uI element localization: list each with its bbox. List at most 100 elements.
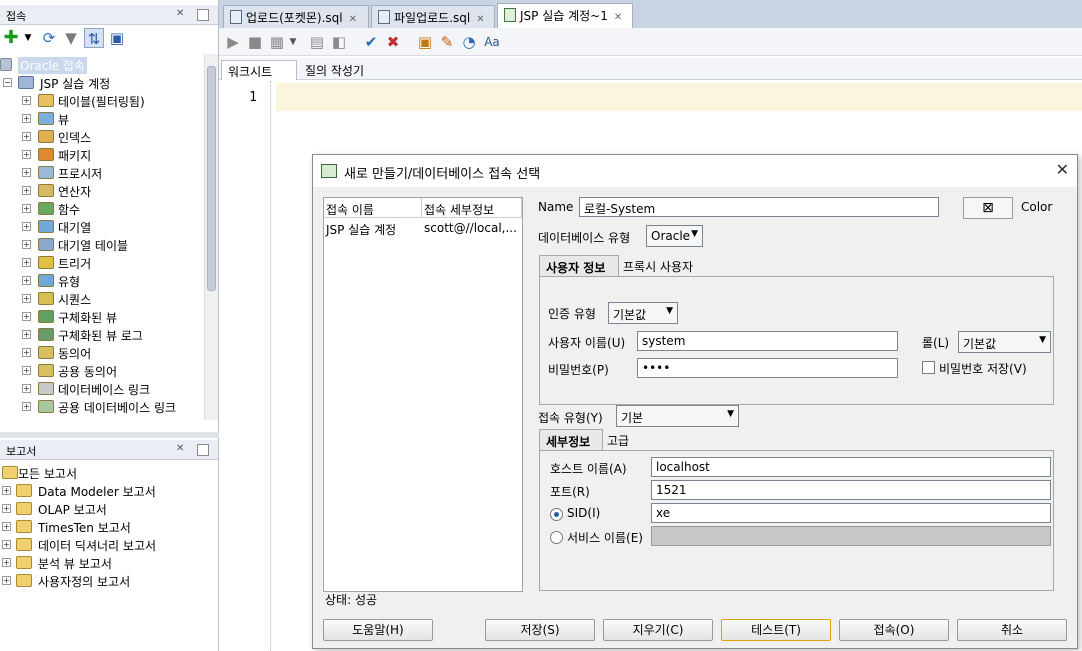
expand-icon[interactable]: + xyxy=(22,366,31,375)
close-icon[interactable]: ✕ xyxy=(476,14,484,25)
expand-icon[interactable]: + xyxy=(22,150,31,159)
tree-node[interactable]: + 동의어 xyxy=(0,344,205,362)
tree-node[interactable]: + 패키지 xyxy=(0,146,205,164)
tree-node[interactable]: + 테이블(필터링됨) xyxy=(0,92,205,110)
explain-plan-icon[interactable]: ▦ xyxy=(269,32,285,52)
report-node[interactable]: + OLAP 보고서 xyxy=(0,500,205,518)
tab-details[interactable]: 세부정보 xyxy=(539,429,603,451)
report-node[interactable]: + 사용자정의 보고서 xyxy=(0,572,205,590)
history-icon[interactable]: ◔ xyxy=(461,32,477,52)
expand-icon[interactable]: + xyxy=(22,276,31,285)
unshared-sql-icon[interactable]: ▣ xyxy=(417,32,433,52)
service-name-input[interactable] xyxy=(651,526,1051,546)
expand-icon[interactable]: + xyxy=(22,132,31,141)
expand-icon[interactable]: + xyxy=(22,204,31,213)
expand-icon[interactable]: + xyxy=(22,294,31,303)
expand-icon[interactable]: + xyxy=(22,114,31,123)
db-type-select[interactable]: Oracle ▼ xyxy=(646,225,703,247)
save-button[interactable]: 저장(S) xyxy=(485,619,595,641)
name-input[interactable]: 로컬-System xyxy=(579,197,939,217)
table-row-details[interactable]: scott@//local,... xyxy=(422,219,522,237)
expand-icon[interactable]: + xyxy=(22,348,31,357)
column-header-name[interactable]: 접속 이름 xyxy=(324,198,422,218)
tab-worksheet[interactable]: 워크시트 xyxy=(221,60,297,80)
auth-type-select[interactable]: 기본값 ▼ xyxy=(608,302,678,324)
expand-icon[interactable]: + xyxy=(22,240,31,249)
sql-tuning-icon[interactable]: ◧ xyxy=(331,32,347,52)
chevron-down-icon[interactable]: ▼ xyxy=(22,28,34,48)
role-select[interactable]: 기본값 ▼ xyxy=(958,331,1051,353)
refresh-icon[interactable]: ⟳ xyxy=(40,28,58,48)
connect-button[interactable]: 접속(O) xyxy=(839,619,949,641)
tab-advanced[interactable]: 고급 xyxy=(601,429,641,451)
tree-node[interactable]: + 인덱스 xyxy=(0,128,205,146)
tab-jsp-account[interactable]: JSP 실습 계정~1 ✕ xyxy=(497,3,633,28)
expand-icon[interactable]: + xyxy=(22,258,31,267)
commit-icon[interactable]: ✔ xyxy=(363,32,379,52)
minimize-icon[interactable] xyxy=(197,9,209,21)
run-icon[interactable]: ▶ xyxy=(225,32,241,52)
tree-node[interactable]: + 프로시저 xyxy=(0,164,205,182)
collapse-icon[interactable]: − xyxy=(3,78,12,87)
sql-editor-current-line[interactable] xyxy=(276,83,1082,111)
service-name-radio[interactable] xyxy=(550,531,563,544)
close-icon[interactable]: ✕ xyxy=(614,12,622,23)
tree-connection[interactable]: − JSP 실습 계정 xyxy=(0,74,205,92)
column-header-details[interactable]: 접속 세부정보 xyxy=(422,198,522,218)
close-icon[interactable]: ✕ xyxy=(176,443,184,454)
tree-node[interactable]: + 연산자 xyxy=(0,182,205,200)
tree-node[interactable]: + 유형 xyxy=(0,272,205,290)
tree-node[interactable]: + 대기열 테이블 xyxy=(0,236,205,254)
color-picker-button[interactable]: ⊠ xyxy=(963,197,1013,219)
report-node[interactable]: + Data Modeler 보고서 xyxy=(0,482,205,500)
run-script-icon[interactable]: ■ xyxy=(247,32,263,52)
expand-icon[interactable]: + xyxy=(2,558,11,567)
tree-node[interactable]: + 구체화된 뷰 로그 xyxy=(0,326,205,344)
host-input[interactable]: localhost xyxy=(651,457,1051,477)
password-input[interactable]: •••• xyxy=(637,358,898,378)
tree-node[interactable]: + 함수 xyxy=(0,200,205,218)
tree-node[interactable]: + 데이터베이스 링크 xyxy=(0,380,205,398)
username-input[interactable]: system xyxy=(637,331,898,351)
expand-icon[interactable]: + xyxy=(2,576,11,585)
table-row-name[interactable]: JSP 실습 계정 xyxy=(324,219,422,237)
filter-icon[interactable]: ▼ xyxy=(62,28,80,48)
tree-scrollbar[interactable] xyxy=(204,54,218,420)
close-icon[interactable]: ✕ xyxy=(1056,160,1069,179)
expand-icon[interactable]: + xyxy=(22,96,31,105)
tab-user-info[interactable]: 사용자 정보 xyxy=(539,255,619,277)
expand-icon[interactable]: + xyxy=(2,522,11,531)
expand-icon[interactable]: + xyxy=(22,186,31,195)
expand-icon[interactable]: + xyxy=(2,540,11,549)
tree-node[interactable]: + 트리거 xyxy=(0,254,205,272)
autotrace-icon[interactable]: ▤ xyxy=(309,32,325,52)
minimize-icon[interactable] xyxy=(197,444,209,456)
expand-icon[interactable]: + xyxy=(22,312,31,321)
port-input[interactable]: 1521 xyxy=(651,480,1051,500)
tree-node[interactable]: + 구체화된 뷰 xyxy=(0,308,205,326)
tab-query-builder[interactable]: 질의 작성기 xyxy=(299,60,389,80)
expand-icon[interactable]: + xyxy=(22,168,31,177)
help-button[interactable]: 도움말(H) xyxy=(323,619,433,641)
tree-node[interactable]: + 시퀀스 xyxy=(0,290,205,308)
cancel-button[interactable]: 취소 xyxy=(957,619,1067,641)
tree-node[interactable]: + 대기열 xyxy=(0,218,205,236)
format-case-icon[interactable]: Aa xyxy=(483,32,501,52)
save-password-checkbox[interactable] xyxy=(922,361,935,374)
tab-upload-pokemon[interactable]: 업로드(포켓몬).sql ✕ xyxy=(223,5,369,28)
tree-root[interactable]: Oracle 접속 xyxy=(0,56,205,74)
add-connection-icon[interactable]: ✚ xyxy=(2,28,20,48)
expand-icon[interactable]: + xyxy=(22,330,31,339)
schema-browser-icon[interactable]: ⇅ xyxy=(84,28,104,48)
sid-radio[interactable] xyxy=(550,508,563,521)
report-node[interactable]: + 데이터 딕셔너리 보고서 xyxy=(0,536,205,554)
close-icon[interactable]: ✕ xyxy=(176,8,184,19)
clear-button[interactable]: 지우기(C) xyxy=(603,619,713,641)
report-node[interactable]: 모든 보고서 xyxy=(0,464,205,482)
rollback-icon[interactable]: ✖ xyxy=(385,32,401,52)
scrollbar-thumb[interactable] xyxy=(207,66,216,291)
conn-type-select[interactable]: 기본 ▼ xyxy=(616,405,739,427)
clear-icon[interactable]: ✎ xyxy=(439,32,455,52)
expand-icon[interactable]: + xyxy=(22,222,31,231)
chevron-down-icon[interactable]: ▼ xyxy=(287,32,299,52)
